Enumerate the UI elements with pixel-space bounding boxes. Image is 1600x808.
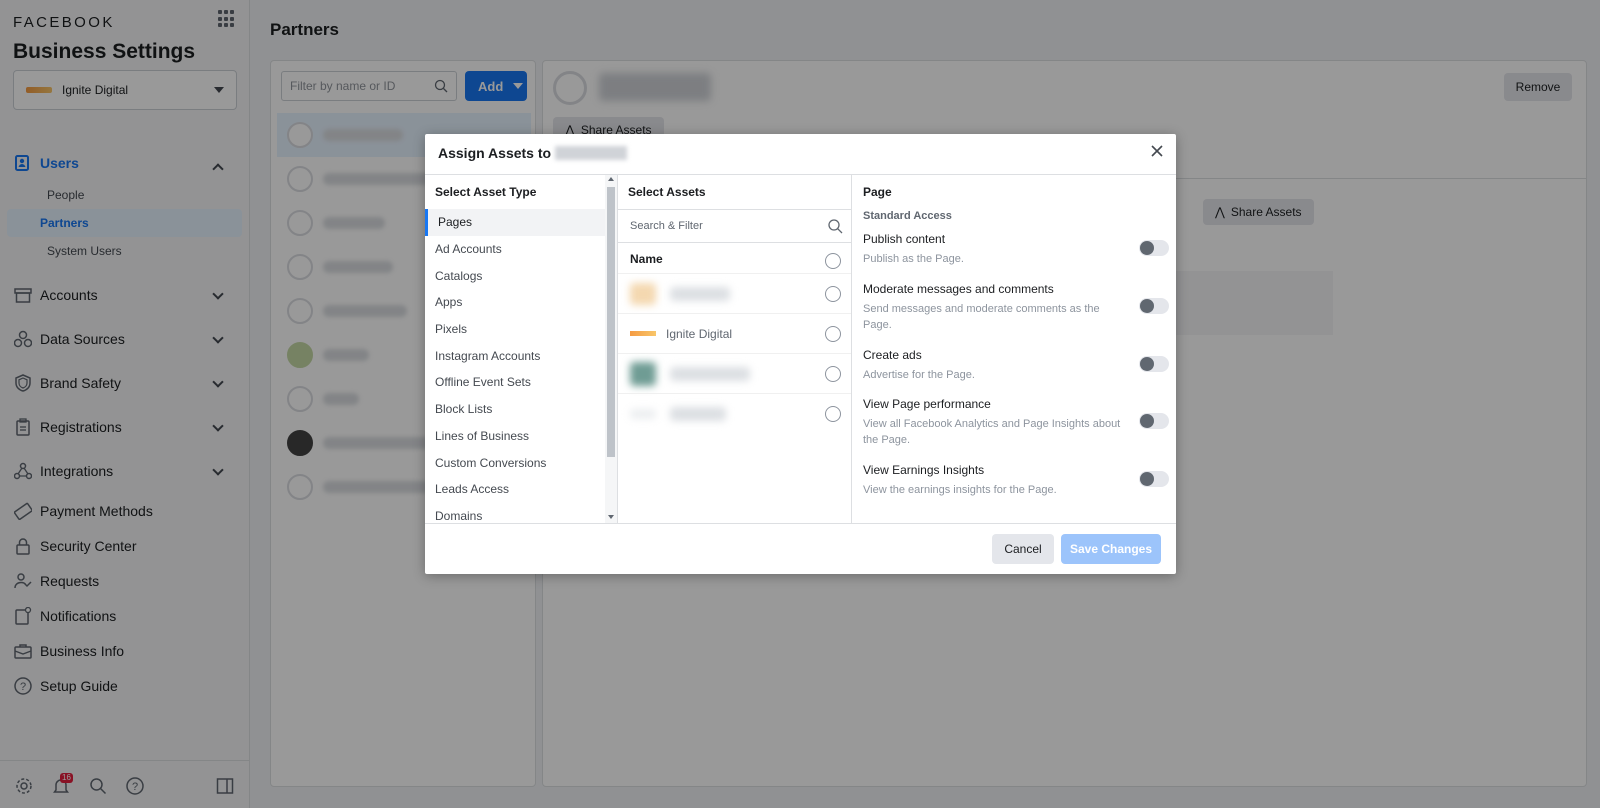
asset-type-list: Pages Ad Accounts Catalogs Apps Pixels I…: [425, 209, 605, 529]
view-earnings-toggle[interactable]: [1139, 471, 1169, 487]
cancel-button[interactable]: Cancel: [992, 534, 1054, 564]
asset-row[interactable]: [618, 273, 851, 313]
standard-access-heading: Standard Access: [863, 210, 952, 222]
permission-title: Moderate messages and comments: [863, 282, 1054, 296]
asset-type-block-lists[interactable]: Block Lists: [425, 396, 605, 423]
permission-title: Create ads: [863, 348, 922, 362]
select-assets-column: Select Assets Search & Filter Name Ignit…: [618, 175, 852, 523]
moderate-toggle[interactable]: [1139, 298, 1169, 314]
asset-thumbnail: [630, 361, 656, 386]
asset-thumbnail: [630, 282, 656, 305]
column-header: Page: [863, 185, 892, 199]
asset-type-pages[interactable]: Pages: [425, 209, 605, 236]
asset-type-lines-of-business[interactable]: Lines of Business: [425, 423, 605, 450]
asset-logo: [630, 331, 656, 336]
asset-radio[interactable]: [825, 406, 841, 422]
asset-type-custom-conversions[interactable]: Custom Conversions: [425, 449, 605, 476]
select-all-radio[interactable]: [825, 253, 841, 269]
asset-type-pixels[interactable]: Pixels: [425, 316, 605, 343]
dialog-title: Assign Assets to: [438, 145, 628, 161]
asset-type-ad-accounts[interactable]: Ad Accounts: [425, 236, 605, 263]
search-icon: [827, 218, 843, 237]
asset-name: [670, 406, 726, 421]
asset-type-column: Select Asset Type Pages Ad Accounts Cata…: [425, 175, 618, 523]
view-performance-toggle[interactable]: [1139, 413, 1169, 429]
asset-radio[interactable]: [825, 286, 841, 302]
permission-create-ads: Create ads Advertise for the Page.: [863, 348, 1123, 383]
partner-name: [555, 146, 628, 160]
asset-search-input[interactable]: Search & Filter: [618, 209, 851, 243]
permission-description: Send messages and moderate comments as t…: [863, 303, 1100, 331]
create-ads-toggle[interactable]: [1139, 356, 1169, 372]
asset-row[interactable]: [618, 393, 851, 433]
dialog-title-text: Assign Assets to: [438, 145, 552, 161]
dialog-body: Select Asset Type Pages Ad Accounts Cata…: [425, 174, 1176, 524]
permission-view-earnings: View Earnings Insights View the earnings…: [863, 463, 1123, 498]
assign-assets-dialog: Assign Assets to Select Asset Type Pages…: [425, 134, 1176, 574]
asset-thumbnail: [630, 408, 656, 419]
permission-moderate: Moderate messages and comments Send mess…: [863, 282, 1123, 333]
asset-name: Ignite Digital: [666, 326, 733, 341]
asset-name: [670, 286, 730, 301]
search-placeholder: Search & Filter: [630, 220, 703, 232]
asset-type-instagram-accounts[interactable]: Instagram Accounts: [425, 342, 605, 369]
asset-type-apps[interactable]: Apps: [425, 289, 605, 316]
scroll-up-icon[interactable]: [608, 177, 614, 181]
permission-title: Publish content: [863, 232, 946, 246]
asset-name: [670, 366, 750, 381]
scroll-down-icon[interactable]: [608, 515, 614, 519]
permissions-column: Page Standard Access Publish content Pub…: [853, 175, 1176, 523]
publish-content-toggle[interactable]: [1139, 240, 1169, 256]
asset-type-domains[interactable]: Domains: [425, 503, 605, 530]
permission-description: Advertise for the Page.: [863, 369, 975, 381]
asset-radio[interactable]: [825, 366, 841, 382]
asset-row[interactable]: Ignite Digital: [618, 313, 851, 353]
column-header: Select Assets: [628, 185, 706, 199]
permission-description: View all Facebook Analytics and Page Ins…: [863, 418, 1121, 446]
permission-description: View the earnings insights for the Page.: [863, 484, 1057, 496]
asset-type-offline-event-sets[interactable]: Offline Event Sets: [425, 369, 605, 396]
asset-type-scrollbar[interactable]: [605, 175, 617, 523]
scroll-thumb[interactable]: [607, 187, 615, 457]
save-changes-button[interactable]: Save Changes: [1061, 534, 1161, 564]
close-icon[interactable]: [1150, 144, 1164, 158]
name-column-header: Name: [630, 252, 663, 266]
permission-publish-content: Publish content Publish as the Page.: [863, 232, 1123, 267]
permission-title: View Page performance: [863, 397, 991, 411]
asset-type-leads-access[interactable]: Leads Access: [425, 476, 605, 503]
permission-view-performance: View Page performance View all Facebook …: [863, 397, 1123, 448]
permission-description: Publish as the Page.: [863, 253, 964, 265]
asset-type-catalogs[interactable]: Catalogs: [425, 262, 605, 289]
permission-title: View Earnings Insights: [863, 463, 985, 477]
asset-radio[interactable]: [825, 326, 841, 342]
asset-row[interactable]: [618, 353, 851, 393]
column-header: Select Asset Type: [435, 185, 537, 199]
